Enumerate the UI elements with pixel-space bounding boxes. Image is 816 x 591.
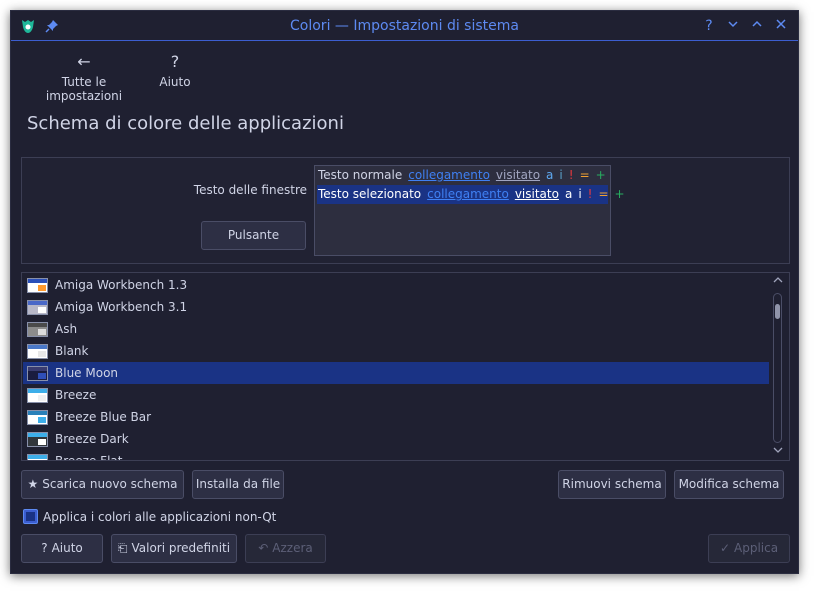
preview-window-text: Testo normale collegamento visitato a i! = + T… [314,165,625,256]
help-button-label: Aiuto [51,541,83,555]
scheme-name: Blank [55,344,89,358]
scheme-preview-icon [27,300,48,315]
normal-negative: ! [568,168,574,182]
document-revert-icon: ⎗ [117,541,128,555]
reset-button-label: Azzera [272,541,313,555]
download-scheme-label: Scarica nuovo schema [42,477,178,491]
arrow-left-icon: ← [77,52,91,71]
normal-inactive: i [559,168,563,182]
scheme-name: Ash [55,322,78,336]
selected-visited: visitato [514,187,559,201]
scheme-name: Breeze [55,388,97,402]
minimize-button[interactable] [725,17,741,35]
scheme-name: Amiga Workbench 1.3 [55,278,188,292]
close-icon [776,19,786,29]
page-title: Schema di colore delle applicazioni [27,113,344,134]
defaults-button-label: Valori predefiniti [131,541,231,555]
close-button[interactable] [773,17,789,35]
scheme-preview-icon [27,432,48,447]
help-button[interactable]: ? Aiuto [21,534,103,563]
undo-icon: ↶ [258,541,269,555]
scheme-list-item[interactable]: Amiga Workbench 1.3 [23,274,769,296]
normal-text: Testo normale [318,168,403,182]
all-settings-label: Tutte le impostazioni [45,75,123,103]
normal-link: collegamento [408,168,490,182]
settings-window: Colori — Impostazioni di sistema ? ← Tut… [10,10,799,574]
chevron-up-icon [773,277,783,283]
scheme-list-item[interactable]: Blank [23,340,769,362]
normal-neutral: = [579,168,590,182]
edit-scheme-button[interactable]: Modifica schema [674,470,784,499]
scheme-list-item[interactable]: Breeze Dark [23,428,769,450]
apply-button-label: Applica [734,541,779,555]
scheme-preview-icon [27,344,48,359]
selected-positive: + [614,187,625,201]
scheme-name: Breeze Dark [55,432,129,446]
preview-selected-row: Testo selezionato collegamento visitato a i!… [317,185,625,204]
scheme-list-item[interactable]: Ash [23,318,769,340]
normal-active: a [546,168,554,182]
scheme-name: Amiga Workbench 3.1 [55,300,188,314]
selected-inactive: i [578,187,582,201]
scroll-up-arrow[interactable] [773,276,783,287]
title-bar: Colori — Impostazioni di sistema ? [11,11,798,41]
scheme-list-item[interactable]: Breeze Flat [23,450,769,461]
checkmark-icon [26,512,35,521]
scheme-list-item[interactable]: Blue Moon [23,362,769,384]
scheme-preview-icon [27,322,48,337]
preview-button[interactable]: Pulsante [201,221,306,250]
apply-button[interactable]: ✓ Applica [708,534,790,563]
help-icon: ? [170,52,180,71]
color-scheme-list[interactable]: Amiga Workbench 1.3 Amiga Workbench 3.1 As… [21,272,790,461]
checkmark-icon: ✓ [719,541,730,555]
scroll-down-arrow[interactable] [773,446,783,457]
scheme-name: Blue Moon [55,366,119,380]
help-window-button[interactable]: ? [701,17,717,35]
all-settings-button[interactable]: ← Tutte le impostazioni [25,49,143,103]
star-icon: ★ [27,477,39,491]
maximize-button[interactable] [749,17,765,35]
apply-nonqt-label: Applica i colori alle applicazioni non-Q… [43,510,277,524]
help-icon: ? [41,541,48,555]
reset-button[interactable]: ↶ Azzera [245,534,326,563]
chevron-up-icon [752,20,762,27]
remove-scheme-button[interactable]: Rimuovi schema [558,470,666,499]
selected-negative: ! [587,187,593,201]
scheme-preview-icon [27,454,48,460]
scheme-preview-icon [27,366,48,381]
help-toolbar-label: Aiuto [159,75,191,89]
chevron-down-icon [773,447,783,453]
scrollbar-thumb[interactable] [775,304,780,319]
selected-link: collegamento [427,187,509,201]
scheme-list-item[interactable]: Amiga Workbench 3.1 [23,296,769,318]
color-preview: Testo delle finestre Pulsante Testo norm… [21,157,790,264]
window-title: Colori — Impostazioni di sistema [290,18,519,34]
selected-active: a [564,187,573,201]
chevron-down-icon [728,21,738,28]
selected-neutral: = [598,187,609,201]
window-text-label: Testo delle finestre [193,183,307,197]
download-scheme-button[interactable]: ★ Scarica nuovo schema [21,470,184,499]
scheme-preview-icon [27,388,48,403]
scheme-name: Breeze Blue Bar [55,410,152,424]
install-from-file-button[interactable]: Installa da file [192,470,284,499]
scheme-name: Breeze Flat [55,454,123,461]
apply-nonqt-checkbox[interactable] [23,509,38,524]
normal-visited: visitato [495,168,541,182]
scheme-preview-icon [27,410,48,425]
scheme-list-item[interactable]: Breeze Blue Bar [23,406,769,428]
defaults-button[interactable]: ⎗ Valori predefiniti [111,534,237,563]
scrollbar[interactable] [773,293,782,443]
scheme-list-item[interactable]: Breeze [23,384,769,406]
scheme-preview-icon [27,278,48,293]
preview-normal-row: Testo normale collegamento visitato a i! = + [317,166,608,185]
help-toolbar-button[interactable]: ? Aiuto [155,49,195,89]
selected-text: Testo selezionato [318,187,422,201]
normal-positive: + [595,168,606,182]
